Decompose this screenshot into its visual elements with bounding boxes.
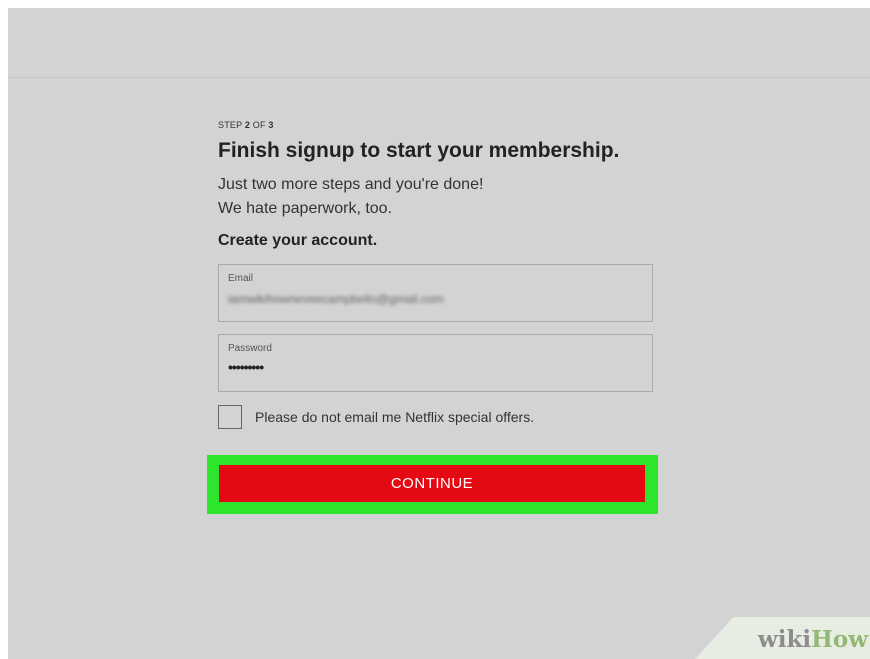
no-offers-checkbox[interactable]: [218, 405, 242, 429]
continue-button[interactable]: CONTINUE: [219, 465, 645, 502]
step-indicator: STEP 2 OF 3: [218, 120, 274, 130]
description-line-1: Just two more steps and you're done!: [218, 176, 484, 193]
password-field[interactable]: Password •••••••••: [218, 334, 653, 392]
wikihow-logo-how: How: [811, 626, 868, 653]
step-mid: OF: [250, 120, 269, 130]
wikihow-logo-wiki: wiki: [757, 626, 812, 653]
section-heading: Create your account.: [218, 232, 378, 249]
email-value: iamwikihowneveecampbello@gmail.com: [228, 292, 444, 306]
password-value: •••••••••: [228, 359, 264, 375]
email-label: Email: [228, 273, 254, 284]
step-prefix: STEP: [218, 120, 245, 130]
top-header-bar: [8, 8, 870, 78]
screenshot-frame: STEP 2 OF 3 Finish signup to start your …: [8, 8, 870, 659]
wikihow-logo: wikiHow: [758, 626, 868, 653]
wikihow-watermark: wikiHow: [695, 617, 870, 659]
step-total: 3: [268, 120, 274, 130]
continue-button-highlight: CONTINUE: [207, 455, 658, 514]
no-offers-checkbox-label[interactable]: Please do not email me Netflix special o…: [255, 409, 534, 425]
page-title: Finish signup to start your membership.: [218, 139, 620, 162]
password-label: Password: [228, 343, 272, 354]
email-field[interactable]: Email iamwikihowneveecampbello@gmail.com: [218, 264, 653, 322]
description-line-2: We hate paperwork, too.: [218, 200, 393, 217]
